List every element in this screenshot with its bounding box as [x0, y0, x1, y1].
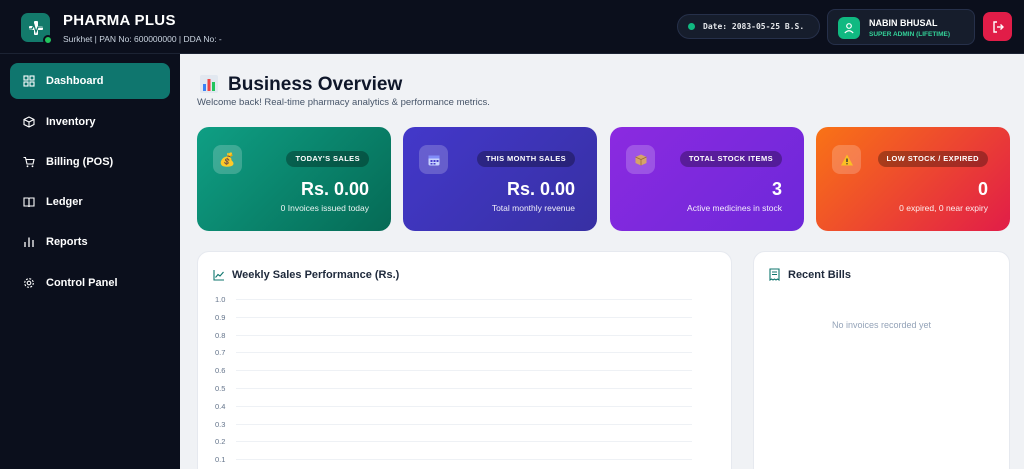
y-tick-label: 0.4 — [215, 401, 226, 411]
sidebar-item-reports[interactable]: Reports — [10, 224, 170, 260]
grid-line — [236, 423, 692, 425]
recent-bills-title: Recent Bills — [788, 269, 851, 281]
sidebar-item-billing[interactable]: Billing (POS) — [10, 144, 170, 180]
grid-line — [236, 334, 692, 336]
sidebar: Dashboard Inventory Billing (POS) Ledger… — [0, 54, 180, 469]
page-title: Business Overview — [228, 74, 403, 95]
top-bar: PHARMA PLUS Surkhet | PAN No: 600000000 … — [0, 0, 1024, 54]
chart-title: Weekly Sales Performance (Rs.) — [232, 269, 400, 281]
user-role: SUPER ADMIN (LIFETIME) — [869, 31, 951, 38]
logout-button[interactable] — [983, 12, 1012, 41]
stat-tag: LOW STOCK / EXPIRED — [877, 151, 988, 167]
warning-icon — [832, 145, 861, 174]
grid-line — [236, 299, 692, 300]
empty-bills-message: No invoices recorded yet — [831, 320, 932, 330]
stat-tag: TODAY'S SALES — [286, 151, 369, 167]
weekly-sales-panel — [197, 251, 732, 469]
stat-card-low-stock: LOW STOCK / EXPIRED 0 0 expired, 0 near … — [816, 127, 1010, 231]
y-tick-label: 1.0 — [215, 295, 226, 304]
sidebar-item-inventory[interactable]: Inventory — [10, 104, 170, 140]
sidebar-item-label: Dashboard — [46, 75, 104, 87]
y-tick-label: 0.7 — [215, 348, 226, 358]
cart-icon — [22, 155, 36, 169]
user-avatar-icon — [838, 17, 860, 39]
calendar-icon — [419, 145, 448, 174]
brand-details: Surkhet | PAN No: 600000000 | DDA No: - — [63, 34, 222, 44]
grid-line — [236, 388, 692, 389]
user-name: NABIN BHUSAL — [869, 18, 938, 28]
bar-chart-icon — [22, 235, 36, 249]
y-tick-label: 0.9 — [215, 312, 226, 322]
grid-line — [236, 441, 692, 443]
sidebar-item-control-panel[interactable]: Control Panel — [10, 265, 170, 301]
online-status-dot — [43, 35, 53, 45]
y-tick-label: 0.2 — [215, 437, 226, 447]
sidebar-item-label: Inventory — [46, 116, 96, 128]
y-tick-label: 0.8 — [215, 330, 226, 340]
user-profile[interactable]: NABIN BHUSAL SUPER ADMIN (LIFETIME) — [827, 9, 975, 45]
logout-icon — [992, 20, 1004, 33]
pharmacy-logo-icon — [21, 13, 53, 45]
sidebar-item-label: Reports — [46, 236, 88, 248]
stat-value: Rs. 0.00 — [300, 179, 369, 199]
y-tick-label: 0.5 — [215, 384, 226, 393]
sidebar-item-label: Billing (POS) — [46, 156, 114, 168]
stat-card-today-sales: 💰 TODAY'S SALES Rs. 0.00 0 Invoices issu… — [197, 127, 391, 231]
stat-note: 0 Invoices issued today — [280, 203, 369, 213]
stat-value: 0 — [977, 179, 988, 199]
stat-card-month-sales: THIS MONTH SALES Rs. 0.00 Total monthly … — [403, 127, 597, 231]
stat-card-total-stock: TOTAL STOCK ITEMS 3 Active medicines in … — [610, 127, 804, 231]
box-icon — [22, 115, 36, 129]
sidebar-item-dashboard[interactable]: Dashboard — [10, 63, 170, 99]
date-status-dot — [688, 23, 695, 30]
stat-note: Total monthly revenue — [491, 203, 575, 213]
stat-note: 0 expired, 0 near expiry — [899, 203, 988, 213]
money-bag-icon: 💰 — [213, 145, 242, 174]
line-chart-icon — [213, 268, 225, 286]
sidebar-item-label: Ledger — [46, 196, 83, 208]
grid-line — [236, 370, 692, 372]
chart-icon — [199, 74, 219, 94]
grid-line — [236, 459, 692, 461]
recent-bills-panel — [753, 251, 1010, 469]
date-text: Date: 2083-05-25 B.S. — [703, 22, 805, 31]
stat-tag: THIS MONTH SALES — [476, 151, 575, 167]
sidebar-item-label: Control Panel — [46, 277, 118, 289]
package-icon — [626, 145, 655, 174]
gear-icon — [22, 276, 36, 290]
stat-value: Rs. 0.00 — [506, 179, 575, 199]
y-tick-label: 0.6 — [215, 366, 226, 376]
grid-line — [236, 316, 692, 318]
sidebar-item-ledger[interactable]: Ledger — [10, 184, 170, 220]
receipt-icon — [769, 268, 780, 286]
date-display: Date: 2083-05-25 B.S. — [677, 14, 820, 39]
stat-tag: TOTAL STOCK ITEMS — [679, 151, 782, 167]
y-tick-label: 0.3 — [215, 419, 226, 429]
brand-name: PHARMA PLUS — [63, 12, 176, 29]
stat-value: 3 — [771, 179, 782, 199]
grid-icon — [22, 74, 36, 88]
stat-note: Active medicines in stock — [687, 203, 782, 213]
grid-line — [236, 352, 692, 354]
y-tick-label: 0.1 — [215, 455, 226, 465]
page-subtitle: Welcome back! Real-time pharmacy analyti… — [197, 97, 490, 108]
book-icon — [22, 195, 36, 209]
grid-line — [236, 405, 692, 407]
